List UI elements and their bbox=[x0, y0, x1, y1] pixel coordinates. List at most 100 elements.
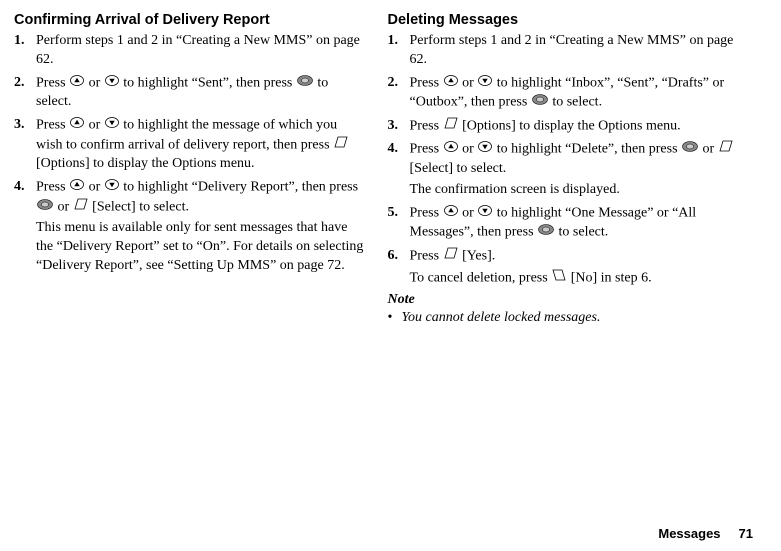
text: or bbox=[85, 118, 104, 133]
right-step-3: 3. Press [Options] to display the Option… bbox=[388, 117, 754, 137]
step-number: 5. bbox=[388, 204, 410, 243]
center-key-icon bbox=[538, 223, 554, 242]
down-arrow-icon bbox=[478, 74, 492, 93]
left-steps: 1. Perform steps 1 and 2 in “Creating a … bbox=[14, 32, 366, 276]
down-arrow-icon bbox=[478, 204, 492, 223]
text: Perform steps 1 and 2 in “Creating a New… bbox=[36, 33, 360, 67]
text: Press bbox=[36, 118, 69, 133]
page-footer: Messages 71 bbox=[658, 526, 753, 541]
footer-section: Messages bbox=[658, 526, 720, 541]
right-column: Deleting Messages 1. Perform steps 1 and… bbox=[384, 12, 754, 541]
text: [Select] to select. bbox=[410, 161, 507, 176]
left-title: Confirming Arrival of Delivery Report bbox=[14, 12, 366, 28]
step-number: 1. bbox=[388, 32, 410, 70]
center-key-icon bbox=[532, 93, 548, 112]
up-arrow-icon bbox=[70, 74, 84, 93]
step-number: 1. bbox=[14, 32, 36, 70]
text: Press bbox=[410, 119, 443, 134]
text: [No] in step 6. bbox=[567, 270, 651, 285]
text: [Select] to select. bbox=[89, 199, 189, 214]
note-text: You cannot delete locked messages. bbox=[402, 310, 754, 326]
text: to highlight “Sent”, then press bbox=[120, 75, 296, 90]
step-body: Press [Yes]. To cancel deletion, press [… bbox=[410, 247, 754, 288]
up-arrow-icon bbox=[444, 74, 458, 93]
left-step-3: 3. Press or to highlight the message of … bbox=[14, 116, 366, 174]
text: [Yes]. bbox=[459, 249, 496, 264]
softkey-right-icon bbox=[552, 269, 566, 288]
up-arrow-icon bbox=[444, 140, 458, 159]
note-item: • You cannot delete locked messages. bbox=[388, 310, 754, 326]
step-body: Press or to highlight “Sent”, then press… bbox=[36, 74, 366, 112]
step-body: Perform steps 1 and 2 in “Creating a New… bbox=[410, 32, 754, 70]
right-step-5: 5. Press or to highlight “One Message” o… bbox=[388, 204, 754, 243]
left-step-4: 4. Press or to highlight “Delivery Repor… bbox=[14, 178, 366, 276]
text: [Options] to display the Options menu. bbox=[36, 156, 255, 171]
down-arrow-icon bbox=[478, 140, 492, 159]
note-heading: Note bbox=[388, 292, 754, 308]
up-arrow-icon bbox=[70, 178, 84, 197]
note-label: Note bbox=[388, 292, 415, 308]
down-arrow-icon bbox=[105, 178, 119, 197]
step-number: 3. bbox=[14, 116, 36, 174]
left-column: Confirming Arrival of Delivery Report 1.… bbox=[14, 12, 384, 541]
up-arrow-icon bbox=[70, 116, 84, 135]
text: Press bbox=[410, 249, 443, 264]
right-step-1: 1. Perform steps 1 and 2 in “Creating a … bbox=[388, 32, 754, 70]
down-arrow-icon bbox=[105, 116, 119, 135]
text: or bbox=[459, 142, 478, 157]
step-body: Perform steps 1 and 2 in “Creating a New… bbox=[36, 32, 366, 70]
text: To cancel deletion, press bbox=[410, 270, 552, 285]
softkey-icon bbox=[444, 247, 458, 266]
step-number: 4. bbox=[14, 178, 36, 276]
step-body: Press or to highlight “Delivery Report”,… bbox=[36, 178, 366, 276]
right-steps: 1. Perform steps 1 and 2 in “Creating a … bbox=[388, 32, 754, 288]
step-number: 2. bbox=[14, 74, 36, 112]
page-number: 71 bbox=[739, 526, 753, 541]
step-number: 2. bbox=[388, 74, 410, 113]
step-body: Press or to highlight “Delete”, then pre… bbox=[410, 140, 754, 199]
text: Press bbox=[36, 180, 69, 195]
center-key-icon bbox=[37, 198, 53, 217]
left-step-1: 1. Perform steps 1 and 2 in “Creating a … bbox=[14, 32, 366, 70]
softkey-icon bbox=[334, 136, 348, 155]
text: [Options] to display the Options menu. bbox=[459, 119, 681, 134]
text: to highlight “Delivery Report”, then pre… bbox=[120, 180, 358, 195]
text: or bbox=[85, 75, 104, 90]
step-number: 6. bbox=[388, 247, 410, 288]
down-arrow-icon bbox=[105, 74, 119, 93]
text: Press bbox=[410, 205, 443, 220]
step-extra: The confirmation screen is displayed. bbox=[410, 181, 754, 200]
page: Confirming Arrival of Delivery Report 1.… bbox=[0, 0, 781, 551]
step-body: Press or to highlight “One Message” or “… bbox=[410, 204, 754, 243]
text: to select. bbox=[549, 95, 602, 110]
step-body: Press [Options] to display the Options m… bbox=[410, 117, 754, 137]
text: Press bbox=[410, 142, 443, 157]
text: to select. bbox=[555, 225, 608, 240]
text: to highlight “Delete”, then press bbox=[493, 142, 681, 157]
right-title: Deleting Messages bbox=[388, 12, 754, 28]
left-step-2: 2. Press or to highlight “Sent”, then pr… bbox=[14, 74, 366, 112]
softkey-icon bbox=[444, 117, 458, 136]
text: or bbox=[699, 142, 718, 157]
step-number: 4. bbox=[388, 140, 410, 199]
step-body: Press or to highlight the message of whi… bbox=[36, 116, 366, 174]
right-step-4: 4. Press or to highlight “Delete”, then … bbox=[388, 140, 754, 199]
bullet-icon: • bbox=[388, 310, 402, 326]
step-extra: To cancel deletion, press [No] in step 6… bbox=[410, 269, 754, 289]
softkey-icon bbox=[74, 198, 88, 217]
center-key-icon bbox=[297, 74, 313, 93]
text: or bbox=[459, 75, 478, 90]
text: or bbox=[54, 199, 73, 214]
step-extra: This menu is available only for sent mes… bbox=[36, 219, 366, 276]
right-step-6: 6. Press [Yes]. To cancel deletion, pres… bbox=[388, 247, 754, 288]
step-number: 3. bbox=[388, 117, 410, 137]
text: or bbox=[85, 180, 104, 195]
text: Press bbox=[410, 75, 443, 90]
text: Press bbox=[36, 75, 69, 90]
text: or bbox=[459, 205, 478, 220]
text: Perform steps 1 and 2 in “Creating a New… bbox=[410, 33, 734, 67]
right-step-2: 2. Press or to highlight “Inbox”, “Sent”… bbox=[388, 74, 754, 113]
step-body: Press or to highlight “Inbox”, “Sent”, “… bbox=[410, 74, 754, 113]
softkey-icon bbox=[719, 140, 733, 159]
center-key-icon bbox=[682, 140, 698, 159]
